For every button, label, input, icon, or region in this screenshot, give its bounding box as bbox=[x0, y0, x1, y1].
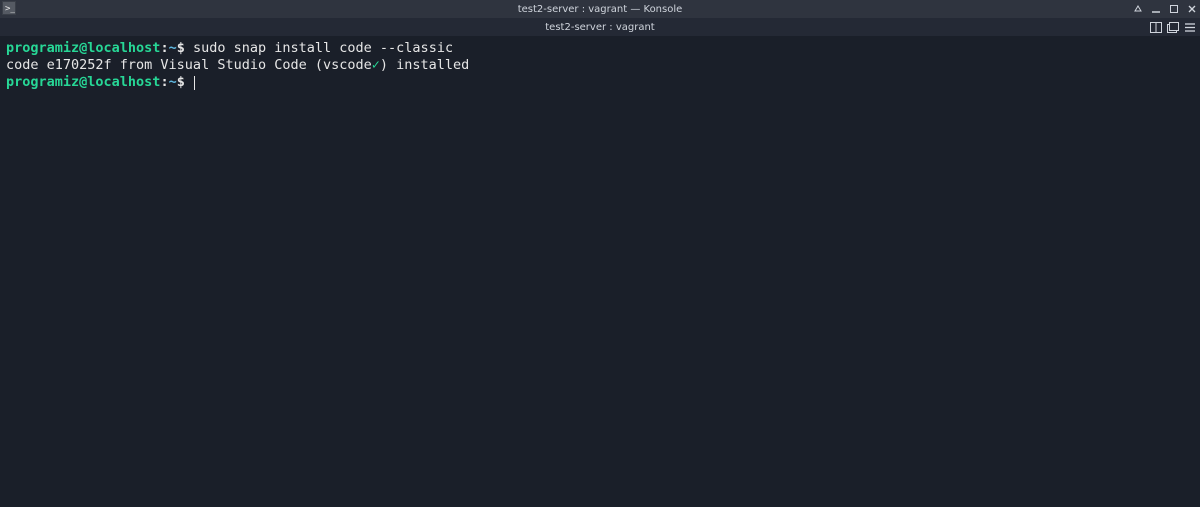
menu-icon[interactable] bbox=[1184, 22, 1196, 33]
terminal-line: code e170252f from Visual Studio Code (v… bbox=[6, 57, 1194, 74]
prompt-colon: : bbox=[160, 40, 168, 56]
keep-above-icon[interactable] bbox=[1132, 3, 1144, 15]
text-cursor bbox=[194, 76, 195, 90]
command-text bbox=[185, 74, 193, 90]
prompt-path: ~ bbox=[169, 40, 177, 56]
terminal-line: programiz@localhost:~$ sudo snap install… bbox=[6, 40, 1194, 57]
minimize-button[interactable] bbox=[1150, 3, 1162, 15]
tab-active[interactable]: test2-server : vagrant bbox=[545, 22, 654, 33]
close-button[interactable] bbox=[1186, 3, 1198, 15]
prompt-path: ~ bbox=[169, 74, 177, 90]
maximize-button[interactable] bbox=[1168, 3, 1180, 15]
prompt-dollar: $ bbox=[177, 40, 185, 56]
app-icon: >_ bbox=[2, 1, 16, 15]
prompt-user-host: programiz@localhost bbox=[6, 74, 160, 90]
checkmark-icon: ✓ bbox=[372, 57, 380, 73]
prompt-user-host: programiz@localhost bbox=[6, 40, 160, 56]
split-view-icon[interactable] bbox=[1150, 22, 1162, 33]
command-text: sudo snap install code --classic bbox=[185, 40, 453, 56]
window-titlebar: >_ test2-server : vagrant — Konsole bbox=[0, 0, 1200, 18]
svg-text:>_: >_ bbox=[5, 4, 15, 14]
terminal-area[interactable]: programiz@localhost:~$ sudo snap install… bbox=[0, 36, 1200, 507]
terminal-line: programiz@localhost:~$ bbox=[6, 74, 1194, 91]
tab-bar: test2-server : vagrant bbox=[0, 18, 1200, 36]
prompt-colon: : bbox=[160, 74, 168, 90]
output-text: ) installed bbox=[380, 57, 469, 73]
prompt-dollar: $ bbox=[177, 74, 185, 90]
new-tab-icon[interactable] bbox=[1167, 22, 1179, 33]
tab-actions bbox=[1150, 18, 1196, 36]
window-controls bbox=[1132, 0, 1198, 18]
output-text: code e170252f from Visual Studio Code (v… bbox=[6, 57, 372, 73]
window-title: test2-server : vagrant — Konsole bbox=[518, 4, 683, 15]
